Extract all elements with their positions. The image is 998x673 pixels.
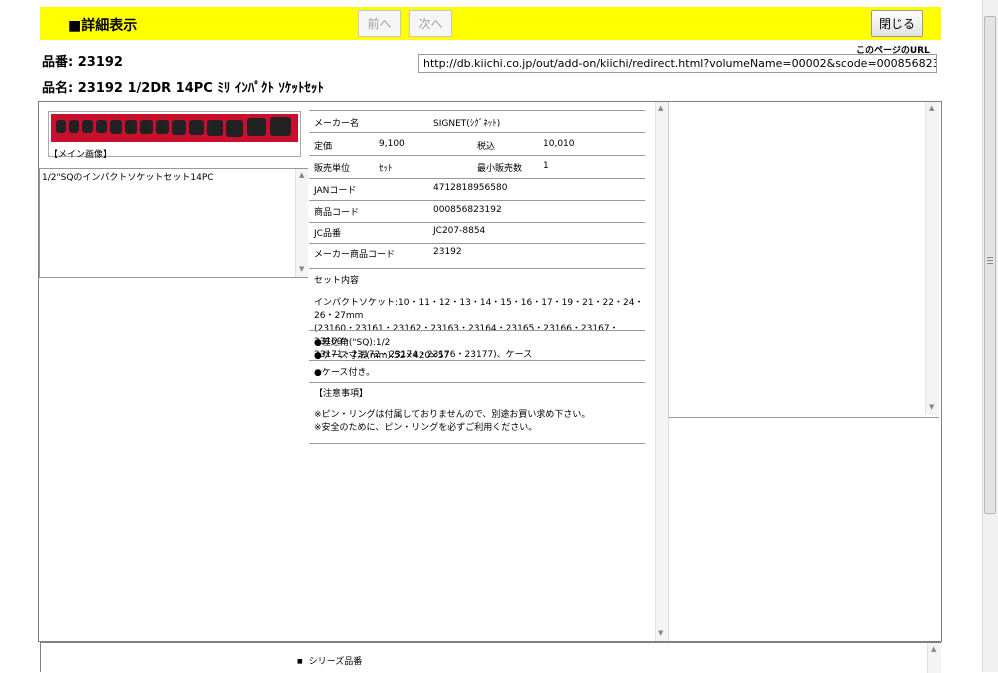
- image-caption: 【メイン画像】: [49, 150, 113, 160]
- side-panel: ▲ ▼: [668, 102, 939, 418]
- page-url-field[interactable]: http://db.kiichi.co.jp/out/add-on/kiichi…: [418, 54, 937, 73]
- maker-code-label: メーカー商品コード: [314, 250, 396, 260]
- divider: [309, 330, 645, 331]
- bullet-icon: ■: [297, 658, 303, 665]
- note-line: ※ピン・リングは付属しておりませんので、別途お買い求め下さい。: [314, 410, 591, 420]
- series-label: シリーズ品番: [308, 657, 363, 667]
- close-button[interactable]: 閉じる: [871, 10, 923, 37]
- set-contents-heading: セット内容: [314, 276, 360, 286]
- next-button[interactable]: 次へ: [409, 10, 452, 37]
- notes-heading: 【注意事項】: [314, 389, 369, 399]
- product-number: 品番: 23192: [42, 55, 123, 70]
- description-scrollbar[interactable]: ▲ ▼: [295, 169, 308, 277]
- min-value: 1: [543, 161, 549, 171]
- jc-value: JC207-8854: [433, 226, 486, 236]
- divider: [309, 382, 645, 383]
- maker-label: メーカー名: [314, 119, 360, 129]
- page-scrollbar-thumb[interactable]: [984, 16, 996, 514]
- jc-label: JC品番: [314, 229, 341, 239]
- maker-code-value: 23192: [433, 247, 462, 257]
- divider: [309, 268, 645, 269]
- divider: [309, 360, 645, 361]
- detail-scrollbar[interactable]: ▲ ▼: [655, 102, 669, 641]
- note-line: ※安全のために、ピン・リングを必ずご利用ください。: [314, 423, 538, 433]
- header-bar: ■詳細表示 前へ 次へ 閉じる: [40, 7, 941, 40]
- jan-label: JANコード: [314, 186, 357, 196]
- spec-table: メーカー名 SIGNET(ｼｸﾞﾈｯﾄ) 定価 9,100 税込 10,010 …: [309, 110, 645, 271]
- product-code-label: 商品コード: [314, 208, 360, 218]
- series-frame: ▲: [40, 642, 941, 673]
- divider: [309, 443, 645, 444]
- description-text: 1/2"SQのインパクトソケットセット14PC: [42, 173, 214, 183]
- side-panel-scrollbar[interactable]: ▲ ▼: [925, 102, 939, 415]
- feature-line: ●ケース付き。: [314, 368, 375, 378]
- unit-label: 販売単位: [314, 164, 351, 174]
- product-name: 品名: 23192 1/2DR 14PC ﾐﾘ ｲﾝﾊﾟｸﾄ ｿｹｯﾄｾｯﾄ: [42, 81, 324, 96]
- price-value: 9,100: [379, 139, 405, 149]
- feature-line: ●差込角("SQ):1/2: [314, 338, 391, 348]
- tax-value: 10,010: [543, 139, 575, 149]
- min-label: 最小販売数: [477, 164, 523, 174]
- product-code-value: 000856823192: [433, 205, 502, 215]
- series-item: ■ シリーズ品番: [297, 654, 362, 667]
- set-contents-line: インパクトソケット:10・11・12・13・14・15・16・17・19・21・…: [314, 298, 644, 321]
- price-label: 定価: [314, 142, 333, 152]
- socket-set-image: [51, 114, 298, 142]
- description-box[interactable]: 1/2"SQのインパクトソケットセット14PC ▲ ▼: [39, 168, 308, 278]
- jan-value: 4712818956580: [433, 183, 508, 193]
- unit-value: ｾｯﾄ: [379, 164, 393, 174]
- notes: 【注意事項】 ※ピン・リングは付属しておりませんので、別途お買い求め下さい。 ※…: [314, 386, 650, 433]
- maker-value: SIGNET(ｼｸﾞﾈｯﾄ): [433, 119, 501, 129]
- tax-label: 税込: [477, 142, 496, 152]
- features: ●差込角("SQ):1/2 ●ケース寸法(mm):52×420×57: [314, 335, 650, 361]
- series-scrollbar[interactable]: ▲: [927, 643, 941, 673]
- prev-button[interactable]: 前へ: [358, 10, 401, 37]
- page-title: ■詳細表示: [68, 18, 138, 34]
